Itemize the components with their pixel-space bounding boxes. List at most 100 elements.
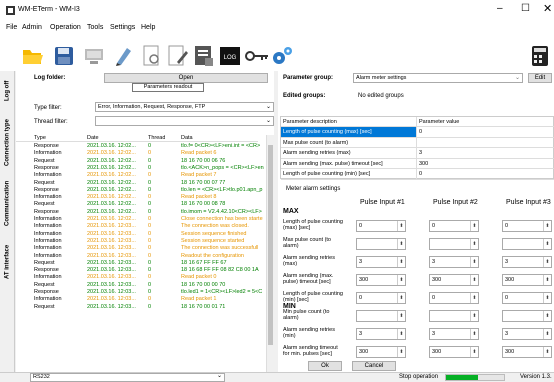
- spinner-arrows-icon[interactable]: ⬍: [470, 257, 478, 267]
- pulse-input-field[interactable]: 300 ⬍: [356, 346, 406, 358]
- pulse-input-field[interactable]: 0 ⬍: [356, 292, 406, 304]
- pulse-input-field[interactable]: 3 ⬍: [429, 256, 479, 268]
- table-row[interactable]: Request 2021.03.16. 12:02... 0 18 16 70 00 …: [16, 201, 258, 208]
- table-row[interactable]: Information 2021.03.16. 12:03... 0 Session …: [16, 238, 258, 245]
- menu-file[interactable]: File: [6, 22, 17, 33]
- table-row[interactable]: Information 2021.03.16. 12:03... 0 The conn…: [16, 223, 258, 230]
- table-row[interactable]: Response 2021.03.16. 12:02... 0 tlo.imom = …: [16, 209, 262, 216]
- table-row[interactable]: Response 2021.03.16. 12:02... 0 tlo.<ACK>n_…: [16, 165, 264, 172]
- spinner-arrows-icon[interactable]: ⬍: [397, 257, 405, 267]
- spinner-arrows-icon[interactable]: ⬍: [470, 311, 478, 321]
- spinner-arrows-icon[interactable]: ⬍: [397, 293, 405, 303]
- cancel-button[interactable]: Cancel: [352, 361, 396, 371]
- pulse-input-field[interactable]: 3 ⬍: [502, 328, 552, 340]
- menu-tools[interactable]: Tools: [87, 22, 103, 33]
- table-row[interactable]: Information 2021.03.16. 12:03... 0 Read pac…: [16, 296, 258, 303]
- col-date[interactable]: Date: [87, 135, 99, 142]
- spinner-arrows-icon[interactable]: ⬍: [543, 329, 551, 339]
- menu-settings[interactable]: Settings: [110, 22, 135, 33]
- spinner-arrows-icon[interactable]: ⬍: [397, 275, 405, 285]
- spinner-arrows-icon[interactable]: ⬍: [543, 221, 551, 231]
- pulse-input-field[interactable]: 0 ⬍: [356, 220, 406, 232]
- spinner-arrows-icon[interactable]: ⬍: [543, 275, 551, 285]
- thread-filter-select[interactable]: ⌄: [95, 116, 274, 126]
- spinner-arrows-icon[interactable]: ⬍: [397, 311, 405, 321]
- table-row[interactable]: Information 2021.03.16. 12:03... 0 Read pac…: [16, 274, 258, 281]
- pulse-input-field[interactable]: 3 ⬍: [502, 256, 552, 268]
- pulse-input-field[interactable]: ⬍: [356, 310, 406, 322]
- table-row[interactable]: Information 2021.03.16. 12:03... 0 Readout …: [16, 253, 258, 260]
- table-row[interactable]: Request 2021.03.16. 12:03... 0 18 16 70 00 …: [16, 304, 258, 311]
- log-icon[interactable]: LOG: [218, 44, 242, 68]
- save-icon[interactable]: [52, 44, 76, 68]
- pulse-input-field[interactable]: 3 ⬍: [356, 328, 406, 340]
- pulse-input-field[interactable]: ⬍: [356, 238, 406, 250]
- port-select[interactable]: RS232 ⌄: [30, 373, 225, 382]
- tab-connection-type[interactable]: Connection type: [0, 111, 15, 173]
- pulse-input-field[interactable]: ⬍: [429, 310, 479, 322]
- pulse-input-field[interactable]: 300 ⬍: [429, 346, 479, 358]
- gears-icon[interactable]: [270, 44, 294, 68]
- table-row[interactable]: Information 2021.03.16. 12:02... 0 Read pac…: [16, 194, 258, 201]
- type-filter-select[interactable]: Error, Information, Request, Response, F…: [95, 102, 274, 112]
- connect-icon[interactable]: [82, 44, 106, 68]
- stop-operation-label[interactable]: Stop operation: [399, 374, 438, 380]
- pulse-input-field[interactable]: 3 ⬍: [356, 256, 406, 268]
- pulse-input-field[interactable]: 0 ⬍: [502, 292, 552, 304]
- spinner-arrows-icon[interactable]: ⬍: [543, 293, 551, 303]
- spinner-arrows-icon[interactable]: ⬍: [470, 275, 478, 285]
- table-row[interactable]: Response 2021.03.16. 12:02... 0 tlo.f= 0<CR…: [16, 143, 260, 150]
- menu-admin[interactable]: Admin: [22, 22, 42, 33]
- table-row[interactable]: Information 2021.03.16. 12:02... 0 Read pac…: [16, 150, 258, 157]
- col-thread[interactable]: Thread: [148, 135, 165, 142]
- col-type[interactable]: Type: [34, 135, 46, 142]
- table-row[interactable]: Request 2021.03.16. 12:03... 0 18 16 70 00 …: [16, 282, 258, 289]
- table-row[interactable]: Response 2021.03.16. 12:03... 0 tlo.led1 = …: [16, 289, 262, 296]
- pulse-input-field[interactable]: 300 ⬍: [356, 274, 406, 286]
- pulse-input-field[interactable]: 300 ⬍: [502, 274, 552, 286]
- table-row[interactable]: Information 2021.03.16. 12:03... 0 The conn…: [16, 245, 258, 252]
- pulse-input-field[interactable]: 0 ⬍: [429, 220, 479, 232]
- scrollbar-thumb[interactable]: [268, 145, 273, 345]
- ok-button[interactable]: Ok: [308, 361, 342, 371]
- tab-at-interface[interactable]: AT interface: [0, 235, 15, 289]
- pulse-input-field[interactable]: ⬍: [502, 310, 552, 322]
- spinner-arrows-icon[interactable]: ⬍: [470, 347, 478, 357]
- maximize-button[interactable]: ☐: [521, 3, 530, 14]
- tab-communication[interactable]: Communication: [0, 175, 15, 231]
- close-button[interactable]: ✕: [543, 2, 552, 15]
- document-edit-icon[interactable]: [166, 44, 190, 68]
- spinner-arrows-icon[interactable]: ⬍: [543, 347, 551, 357]
- pulse-input-field[interactable]: 300 ⬍: [502, 346, 552, 358]
- open-folder-icon[interactable]: [20, 44, 44, 68]
- calculator-icon[interactable]: [528, 44, 552, 68]
- pulse-input-field[interactable]: ⬍: [502, 238, 552, 250]
- table-row[interactable]: Response 2021.03.16. 12:02... 0 tlo.len = <…: [16, 187, 263, 194]
- document-list-icon[interactable]: [192, 44, 216, 68]
- open-button[interactable]: Open: [104, 73, 268, 83]
- spinner-arrows-icon[interactable]: ⬍: [397, 347, 405, 357]
- table-row[interactable]: Request 2021.03.16. 12:02... 0 18 16 70 00 …: [16, 180, 258, 187]
- pulse-input-field[interactable]: 0 ⬍: [429, 292, 479, 304]
- spinner-arrows-icon[interactable]: ⬍: [543, 257, 551, 267]
- pulse-input-field[interactable]: 0 ⬍: [502, 220, 552, 232]
- spinner-arrows-icon[interactable]: ⬍: [397, 329, 405, 339]
- table-row[interactable]: Request 2021.03.16. 12:02... 0 18 16 70 00 …: [16, 158, 258, 165]
- spinner-arrows-icon[interactable]: ⬍: [470, 239, 478, 249]
- table-row[interactable]: Information 2021.03.16. 12:03... 0 Session …: [16, 231, 258, 238]
- document-search-icon[interactable]: [140, 44, 164, 68]
- spinner-arrows-icon[interactable]: ⬍: [397, 221, 405, 231]
- spinner-arrows-icon[interactable]: ⬍: [543, 239, 551, 249]
- pulse-input-field[interactable]: ⬍: [429, 238, 479, 250]
- key-icon[interactable]: [244, 44, 268, 68]
- menu-operation[interactable]: Operation: [50, 22, 81, 33]
- spinner-arrows-icon[interactable]: ⬍: [397, 239, 405, 249]
- spinner-arrows-icon[interactable]: ⬍: [470, 329, 478, 339]
- spinner-arrows-icon[interactable]: ⬍: [470, 293, 478, 303]
- tab-log-off[interactable]: Log off: [0, 75, 15, 107]
- table-row[interactable]: Request 2021.03.16. 12:03... 0 18 16 67 FF …: [16, 260, 258, 267]
- pulse-input-field[interactable]: 300 ⬍: [429, 274, 479, 286]
- col-data[interactable]: Data: [181, 135, 193, 142]
- menu-help[interactable]: Help: [141, 22, 155, 33]
- table-row[interactable]: Information 2021.03.16. 12:02... 0 Read pac…: [16, 172, 258, 179]
